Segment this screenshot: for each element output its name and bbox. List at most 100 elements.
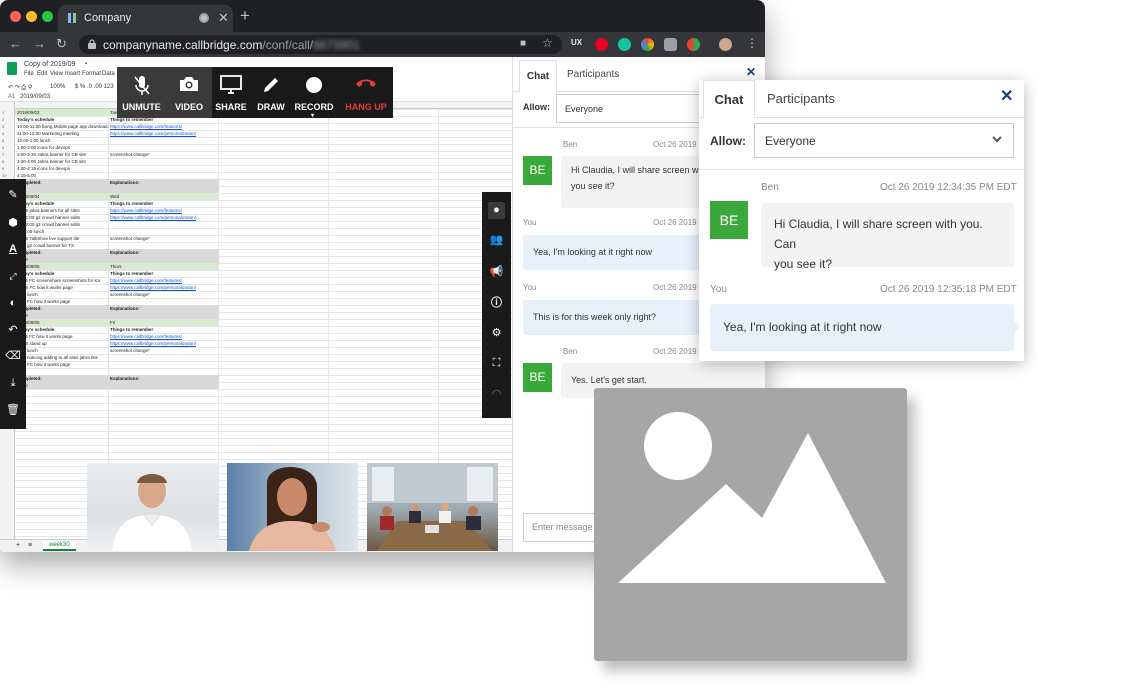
grammarly-extension-icon[interactable] [618, 38, 631, 51]
undo-icon[interactable]: ↶ [5, 322, 21, 338]
sheet-cell[interactable]: 10:00 jabra banners for all sites [17, 207, 109, 214]
eraser-icon[interactable]: ◐ [5, 295, 21, 311]
sheet-cell[interactable]: Explanations: [110, 179, 218, 186]
sheet-cell[interactable]: None [17, 312, 109, 319]
sheet-cell[interactable]: 3:30-4:00 Jabra banner for CB site [17, 158, 109, 165]
fullscreen-icon[interactable]: ⛶ [488, 355, 505, 372]
formula-value[interactable]: 2019/09/03 [20, 94, 50, 100]
folder-icon[interactable]: ▪ [85, 61, 87, 67]
add-sheet-icon[interactable]: + [16, 542, 20, 549]
sheet-cell[interactable]: 4:15-5:00 [17, 172, 109, 179]
video-button[interactable]: VIDEO [166, 67, 212, 118]
sheet-cell[interactable]: 5:00 g2 crowd banner for TS [17, 242, 109, 249]
participants-tab[interactable]: Participants [567, 69, 619, 80]
sheet-cell[interactable]: https://www.callbridge.com/features/ [110, 207, 218, 214]
sheet-cell[interactable]: https://www.callbridge.com/personalizati… [110, 214, 218, 221]
sheet-cell[interactable]: 3:00-3:30 Jabra banner for CB site [17, 151, 109, 158]
browser-tab[interactable]: Company ✕ [58, 5, 233, 32]
menu-edit[interactable]: Edit [37, 71, 47, 77]
sheet-cell[interactable]: https://www.callbridge.com/features/ [110, 123, 218, 130]
popup-chat-tab[interactable]: Chat [703, 80, 755, 119]
chat-icon[interactable]: ● [488, 202, 505, 219]
forward-arrow-icon[interactable]: → [33, 36, 46, 51]
sheet-cell[interactable]: Wed [110, 193, 218, 200]
trash-icon[interactable]: 🗑 [5, 402, 21, 418]
sheet-cell[interactable]: Things to remember [110, 326, 218, 333]
hang-up-button[interactable]: HANG UP [339, 67, 393, 118]
sheet-cell[interactable]: 2019/09/06 [17, 319, 109, 326]
minimize-window-button[interactable] [26, 11, 37, 22]
sheet-cell[interactable]: https://www.callbridge.com/personalizati… [110, 340, 218, 347]
sheet-toolbar-icons[interactable]: ↶ ↷ ⎙ ⚲ [8, 84, 32, 92]
sheet-cell[interactable]: https://www.callbridge.com/features/ [110, 277, 218, 284]
popup-close-icon[interactable]: ✕ [1000, 86, 1013, 106]
profile-avatar[interactable] [719, 38, 732, 51]
sheet-cell[interactable]: screenshot change* [110, 291, 218, 298]
sheet-cell[interactable]: https://www.callbridge.com/features/ [110, 333, 218, 340]
sheet-cell[interactable]: 4:00-4:15 icons for devops [17, 165, 109, 172]
sheet-cell[interactable]: 10-11:00 g2 crowd banner edits [17, 214, 109, 221]
sheet-cell[interactable]: Completed: [17, 305, 109, 312]
sheet-cell[interactable]: 11-12:00 g2 crowd banner edits [17, 221, 109, 228]
participants-icon[interactable]: 👥 [488, 232, 505, 249]
share-button[interactable]: SHARE [212, 67, 250, 118]
sheet-cell[interactable]: 5:00 FC how it works page [17, 298, 109, 305]
menu-file[interactable]: File [24, 71, 34, 77]
sheet-cell[interactable]: Today's schedule [17, 200, 109, 207]
reload-icon[interactable]: ↻ [56, 36, 67, 52]
eraser-icon[interactable]: ⌫ [5, 348, 21, 364]
sheet-cell[interactable]: 11:45 FC how it works page [17, 333, 109, 340]
menu-view[interactable]: View [50, 71, 63, 77]
check-extension-icon[interactable] [687, 38, 700, 51]
close-chat-icon[interactable]: ✕ [746, 65, 756, 79]
tab-close-icon[interactable]: ✕ [218, 10, 229, 26]
sheet-cell[interactable]: 1:00-3:00 icons for devops [17, 144, 109, 151]
sheet-cell[interactable]: https://www.callbridge.com/personalizati… [110, 284, 218, 291]
sheet-cell[interactable]: Today's schedule [17, 326, 109, 333]
pencil-icon[interactable]: ✎ [5, 187, 21, 203]
sheet-cell[interactable]: Fri [110, 319, 218, 326]
sheet-cell[interactable]: 12:00 FC how it works page [17, 284, 109, 291]
popup-participants-tab[interactable]: Participants [767, 91, 835, 106]
expand-icon[interactable]: ⤢ [5, 268, 21, 284]
megaphone-icon[interactable]: 📢 [488, 264, 505, 281]
sheet-tab-week30[interactable]: week30 [43, 541, 76, 551]
sheet-cell[interactable]: screenshot change* [110, 151, 218, 158]
participant-video-2[interactable] [227, 463, 358, 551]
maximize-window-button[interactable] [42, 11, 53, 22]
sheet-cell[interactable]: 11:45 FC screenshare screenshots for Ka [17, 277, 109, 284]
new-tab-button[interactable]: + [240, 6, 250, 26]
screenshot-extension-icon[interactable] [664, 38, 677, 51]
popup-allow-select[interactable]: Everyone [754, 123, 1014, 158]
cube-icon[interactable]: ⬢ [5, 215, 21, 231]
sheet-cell[interactable]: 10:00-11:00 fixing Mobile page app downl… [17, 123, 109, 130]
sheet-cell[interactable]: 5:00 [17, 368, 109, 375]
sheet-cell[interactable]: 1:00 lunch [17, 347, 109, 354]
record-dropdown-icon[interactable]: ▾ [311, 112, 314, 119]
address-bar[interactable]: companyname.callbridge.com/conf/call/667… [79, 35, 562, 54]
format-toolbar[interactable]: $ % .0 .00 123 [75, 84, 114, 90]
gear-icon[interactable]: ⚙ [488, 325, 505, 342]
sheet-cell[interactable]: 2019/09/05 [17, 263, 109, 270]
browser-menu-icon[interactable]: ⋮ [746, 36, 758, 50]
bookmark-star-icon[interactable]: ☆ [542, 36, 553, 50]
info-icon[interactable]: ⓘ [488, 295, 505, 312]
back-arrow-icon[interactable]: ← [9, 36, 22, 51]
pinterest-extension-icon[interactable] [595, 38, 608, 51]
sheet-cell[interactable]: Thurs [110, 263, 218, 270]
sheet-cell[interactable]: screenshot change* [110, 235, 218, 242]
sheet-cell[interactable]: 2019/09/04 [17, 193, 109, 200]
close-window-button[interactable] [10, 11, 21, 22]
sheet-cell[interactable]: 4:00 FC how it works page [17, 361, 109, 368]
sheet-cell[interactable]: Completed: [17, 179, 109, 186]
all-sheets-icon[interactable]: ≡ [28, 542, 32, 549]
camera-icon[interactable]: ■ [520, 38, 526, 49]
sheet-cell[interactable]: None [17, 382, 109, 389]
draw-button[interactable]: DRAW [252, 67, 290, 118]
menu-data[interactable]: Data [102, 71, 115, 77]
sheet-cell[interactable]: screenshot change* [110, 347, 218, 354]
participant-video-3[interactable] [367, 463, 498, 551]
sheet-cell[interactable]: 1:00 lunch [17, 291, 109, 298]
sheet-cell[interactable]: 12:00-1:00 lunch [17, 137, 109, 144]
sheet-cell[interactable]: Things to remember [110, 270, 218, 277]
